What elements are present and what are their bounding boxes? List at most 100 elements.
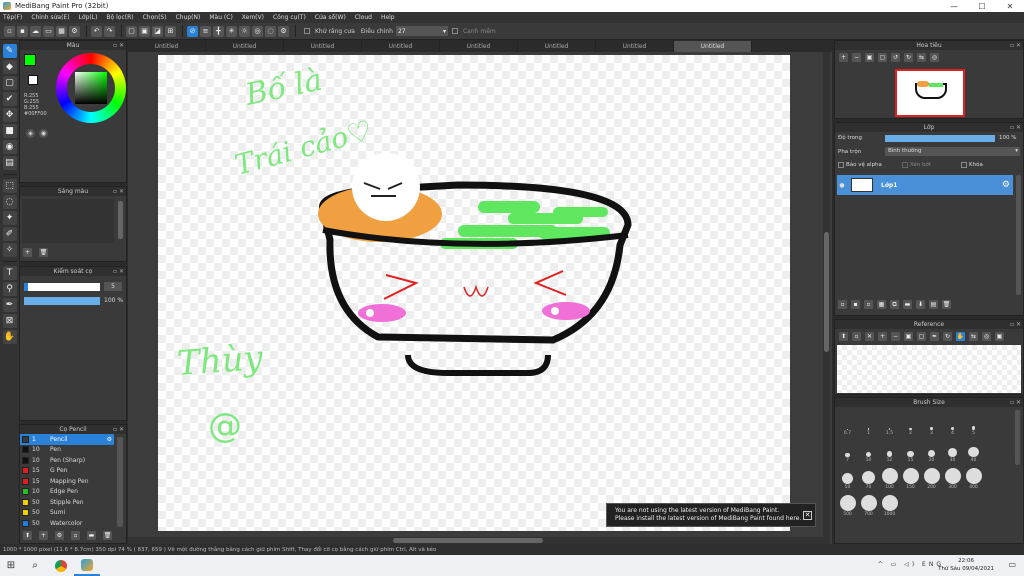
upload-brush-icon[interactable]: ⬆ [23, 531, 32, 540]
layer-folder-icon[interactable]: ▬ [903, 300, 912, 309]
color-wheel[interactable] [56, 53, 126, 123]
brush-size-option[interactable]: 3 [921, 409, 942, 436]
menu-color[interactable]: Màu (C) [209, 14, 232, 21]
brush-size-option[interactable]: 1.5 [879, 409, 900, 436]
brush-size-option[interactable]: 150 [900, 463, 921, 490]
save-icon[interactable]: ▪ [17, 25, 28, 37]
tab-untitled[interactable]: Untitled [206, 41, 284, 52]
tab-untitled[interactable]: Untitled [596, 41, 674, 52]
panel-controls-icon[interactable]: ▫ ✕ [113, 187, 124, 196]
tab-untitled[interactable]: Untitled [440, 41, 518, 52]
size-slider[interactable] [24, 283, 100, 291]
close-button[interactable]: ✕ [996, 0, 1024, 12]
update-notice[interactable]: You are not using the latest version of … [606, 503, 816, 527]
layer-settings-icon[interactable]: ⚙ [1002, 180, 1010, 190]
canvas-vertical-scrollbar[interactable] [823, 52, 830, 544]
canvas-area[interactable]: Bố là Trái cảo♡ Thùy @ You are not using… [128, 52, 832, 544]
brush-size-option[interactable]: 7 [837, 436, 858, 463]
opacity-slider[interactable] [24, 297, 100, 305]
navigator-thumbnail[interactable] [895, 69, 965, 117]
menu-help[interactable]: Help [381, 14, 395, 21]
soft-edge-checkbox[interactable] [451, 28, 458, 34]
brush-size-option[interactable]: 500 [837, 490, 858, 517]
brush-size-scrollbar[interactable] [1015, 410, 1020, 465]
settings-icon[interactable]: ⚙ [69, 25, 80, 37]
panel-controls-icon[interactable]: ▫ ✕ [1010, 320, 1021, 329]
snap-parallel-icon[interactable]: ≡ [200, 25, 211, 37]
minimize-button[interactable]: — [940, 0, 968, 12]
system-tray-icons[interactable]: ^ ▭ ◁) ENG [878, 561, 944, 568]
brush-item[interactable]: 50 Sumi [20, 508, 114, 519]
actual-size-icon[interactable]: ▢ [878, 53, 887, 62]
lasso-tool-icon[interactable]: ◌ [2, 195, 17, 209]
brush-settings-icon[interactable]: ⚙ [55, 531, 64, 540]
snap-vanish-icon[interactable]: ✳ [226, 25, 237, 37]
brush-size-option[interactable]: 200 [921, 463, 942, 490]
cloud-icon[interactable]: ☁ [30, 25, 41, 37]
menu-filter[interactable]: Bộ lọc(R) [106, 14, 133, 21]
windows-start-icon[interactable]: ⊞ [0, 560, 22, 571]
tab-untitled-active[interactable]: Untitled [674, 41, 752, 52]
brush-size-option[interactable]: 70 [858, 463, 879, 490]
transform-icon[interactable]: ⊞ [165, 25, 176, 37]
brush-item[interactable]: 50 Stipple Pen [20, 497, 114, 508]
foreground-color-swatch[interactable] [24, 54, 36, 66]
rotate-left-icon[interactable]: ↺ [891, 53, 900, 62]
brush-item[interactable]: 10 Pen (Sharp) [20, 455, 114, 466]
delete-history-icon[interactable]: 🗑 [39, 248, 48, 257]
layer-row[interactable]: ● Lớp1 ⚙ [837, 175, 1013, 195]
zoom-out-icon[interactable]: − [852, 53, 861, 62]
copy-brush-icon[interactable]: ▫ [71, 531, 80, 540]
operation-tool-icon[interactable]: ⚲ [2, 282, 17, 296]
fill-rect-tool-icon[interactable]: ■ [2, 124, 17, 138]
lock-checkbox[interactable] [961, 162, 968, 168]
gradient-tool-icon[interactable]: ▤ [2, 156, 17, 170]
tab-untitled[interactable]: Untitled [128, 41, 206, 52]
brush-size-option[interactable]: 5 [963, 409, 984, 436]
layer-scrollbar[interactable] [1016, 175, 1021, 295]
text-tool-icon[interactable]: T [2, 266, 17, 280]
menu-edit[interactable]: Chỉnh sửa(E) [31, 14, 69, 21]
reference-canvas[interactable] [837, 345, 1021, 393]
dot-tool-icon[interactable]: ✔ [2, 92, 17, 106]
close-reference-icon[interactable]: ✕ [865, 332, 874, 341]
medibang-taskbar-icon[interactable] [74, 555, 100, 576]
saturation-square[interactable] [75, 72, 107, 104]
maximize-button[interactable]: ☐ [968, 0, 996, 12]
menu-file[interactable]: Tệp(F) [3, 14, 22, 21]
brush-size-option[interactable]: 4 [942, 409, 963, 436]
adjust-select[interactable]: 27 ▾ [395, 26, 448, 36]
clipping-checkbox[interactable] [901, 162, 908, 168]
ref-hand-icon[interactable]: ✋ [956, 332, 965, 341]
add-brush-icon[interactable]: + [39, 531, 48, 540]
tab-untitled[interactable]: Untitled [362, 41, 440, 52]
close-notice-icon[interactable]: ✕ [803, 511, 812, 520]
brush-size-option[interactable]: 100 [879, 463, 900, 490]
brush-list-scrollbar[interactable] [117, 437, 123, 527]
magic-wand-tool-icon[interactable]: ✦ [2, 211, 17, 225]
rectangle-tool-icon[interactable]: ▢ [2, 76, 17, 90]
delete-brush-icon[interactable]: 🗑 [103, 531, 112, 540]
brush-size-option[interactable]: 10 [858, 436, 879, 463]
new-file-icon[interactable]: ▫ [4, 25, 15, 37]
brush-item[interactable]: 10 Edge Pen [20, 487, 114, 498]
divide-tool-icon[interactable]: ⊠ [2, 314, 17, 328]
brush-item[interactable]: 50 Watercolor [20, 518, 114, 529]
flip-icon[interactable]: ⇆ [917, 53, 926, 62]
merge-down-icon[interactable]: ⬇ [916, 300, 925, 309]
invert-selection-icon[interactable]: ◪ [152, 25, 163, 37]
snap-cross-icon[interactable]: ╋ [213, 25, 224, 37]
brush-item[interactable]: 15 Mapping Pen [20, 476, 114, 487]
deselect-icon[interactable]: ▣ [139, 25, 150, 37]
brush-size-option[interactable]: 20 [921, 436, 942, 463]
ref-fit2-icon[interactable]: ▣ [995, 332, 1004, 341]
delete-layer-icon[interactable]: 🗑 [942, 300, 951, 309]
reset-icon[interactable]: ◎ [930, 53, 939, 62]
snap-off-icon[interactable]: ⊘ [187, 25, 198, 37]
rotate-right-icon[interactable]: ↻ [904, 53, 913, 62]
notification-icon[interactable]: ▭ [1008, 560, 1016, 569]
brush-size-option[interactable]: 12 [879, 436, 900, 463]
ref-zoom-out-icon[interactable]: − [891, 332, 900, 341]
panel-controls-icon[interactable]: ▫ ✕ [1010, 123, 1021, 132]
protect-alpha-checkbox[interactable] [838, 162, 844, 168]
